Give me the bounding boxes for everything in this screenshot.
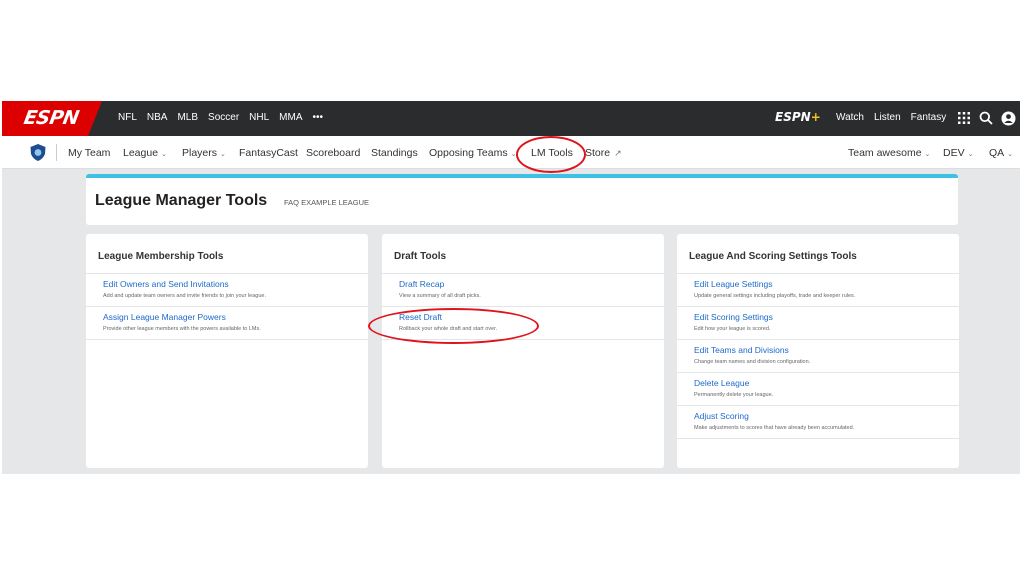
tool-list: Edit League Settings Update general sett… bbox=[677, 273, 959, 439]
shield-icon[interactable] bbox=[30, 144, 46, 161]
draft-recap-link[interactable]: Draft Recap bbox=[399, 279, 664, 289]
team-selector-label: Team awesome bbox=[848, 147, 922, 159]
more-sports-button[interactable]: ••• bbox=[313, 112, 324, 123]
chevron-down-icon: ⌄ bbox=[1007, 151, 1014, 158]
tool-description: Add and update team owners and invite fr… bbox=[103, 293, 266, 299]
tool-row: Reset Draft Rollback your whole draft an… bbox=[382, 307, 664, 340]
tool-row: Adjust Scoring Make adjustments to score… bbox=[677, 406, 959, 439]
tool-description: Provide other league members with the po… bbox=[103, 326, 261, 332]
espn-plus-wordmark: ESPN bbox=[775, 110, 811, 124]
espn-logo[interactable]: ESPN bbox=[22, 107, 80, 129]
tool-row: Assign League Manager Powers Provide oth… bbox=[86, 307, 368, 340]
tool-description: Rollback your whole draft and start over… bbox=[399, 326, 498, 332]
nav-fantasycast[interactable]: FantasyCast bbox=[239, 147, 298, 159]
external-link-icon: ↗ bbox=[614, 148, 622, 158]
listen-link[interactable]: Listen bbox=[874, 112, 901, 123]
app-frame: ESPN NFL NBA MLB Soccer NHL MMA ••• ESPN… bbox=[2, 101, 1020, 474]
league-name: FAQ EXAMPLE LEAGUE bbox=[284, 198, 370, 207]
tool-description: Update general settings including playof… bbox=[694, 293, 856, 299]
nav-store-label: Store bbox=[585, 147, 611, 159]
tool-list: Draft Recap View a summary of all draft … bbox=[382, 273, 664, 340]
tool-description: Make adjustments to scores that have alr… bbox=[694, 425, 855, 431]
tool-description: Permanently delete your league. bbox=[694, 392, 774, 398]
page-title: League Manager Tools bbox=[95, 192, 268, 209]
chevron-down-icon: ⌄ bbox=[967, 151, 974, 158]
sports-nav: NFL NBA MLB Soccer NHL MMA ••• bbox=[118, 112, 323, 123]
top-right-links: Watch Listen Fantasy bbox=[836, 112, 946, 123]
search-icon[interactable] bbox=[977, 109, 995, 127]
card-title: Draft Tools bbox=[394, 251, 447, 262]
tool-row: Edit Scoring Settings Edit how your leag… bbox=[677, 307, 959, 340]
tool-description: View a summary of all draft picks. bbox=[399, 293, 481, 299]
nav-league-label: League bbox=[123, 147, 159, 159]
nav-lm-tools[interactable]: LM Tools bbox=[531, 147, 573, 159]
sport-link-soccer[interactable]: Soccer bbox=[208, 112, 239, 123]
chevron-down-icon: ⌄ bbox=[510, 151, 517, 158]
tool-row: Delete League Permanently delete your le… bbox=[677, 373, 959, 406]
nav-league[interactable]: League ⌄ bbox=[123, 147, 167, 159]
team-selector[interactable]: Team awesome ⌄ bbox=[848, 147, 930, 159]
sport-link-mma[interactable]: MMA bbox=[279, 112, 302, 123]
chevron-down-icon: ⌄ bbox=[161, 151, 167, 158]
qa-selector[interactable]: QA ⌄ bbox=[989, 147, 1013, 159]
league-membership-tools-card: League Membership Tools Edit Owners and … bbox=[86, 234, 368, 468]
tool-row: Edit Owners and Send Invitations Add and… bbox=[86, 274, 368, 307]
nav-scoreboard[interactable]: Scoreboard bbox=[306, 147, 360, 159]
fantasy-link[interactable]: Fantasy bbox=[911, 112, 947, 123]
nav-my-team[interactable]: My Team bbox=[68, 147, 110, 159]
nav-standings[interactable]: Standings bbox=[371, 147, 418, 159]
chevron-down-icon: ⌄ bbox=[924, 151, 931, 158]
assign-lm-powers-link[interactable]: Assign League Manager Powers bbox=[103, 312, 368, 322]
chevron-down-icon: ⌄ bbox=[220, 151, 226, 158]
apps-grid-icon[interactable] bbox=[955, 109, 973, 127]
nav-players-label: Players bbox=[182, 147, 218, 159]
nav-scoreboard-label: Scoreboard bbox=[306, 147, 361, 159]
espn-plus-logo[interactable]: ESPN+ bbox=[775, 110, 821, 124]
dev-selector[interactable]: DEV ⌄ bbox=[943, 147, 973, 159]
espn-top-bar: ESPN NFL NBA MLB Soccer NHL MMA ••• ESPN… bbox=[2, 101, 1020, 136]
edit-owners-link[interactable]: Edit Owners and Send Invitations bbox=[103, 279, 368, 289]
nav-divider bbox=[56, 144, 57, 161]
fantasy-subnav: My Team League ⌄ Players ⌄ FantasyCast Sco… bbox=[2, 136, 1020, 169]
tool-list: Edit Owners and Send Invitations Add and… bbox=[86, 273, 368, 340]
tool-row: Edit Teams and Divisions Change team nam… bbox=[677, 340, 959, 373]
nav-lm-tools-label: LM Tools bbox=[531, 147, 573, 159]
card-title: League Membership Tools bbox=[98, 251, 224, 262]
sport-link-mlb[interactable]: MLB bbox=[177, 112, 198, 123]
nav-store[interactable]: Store ↗ bbox=[585, 147, 622, 159]
plus-icon: + bbox=[810, 110, 821, 124]
nav-players[interactable]: Players ⌄ bbox=[182, 147, 226, 159]
nav-standings-label: Standings bbox=[371, 147, 418, 159]
league-scoring-settings-tools-card: League And Scoring Settings Tools Edit L… bbox=[677, 234, 959, 468]
card-title: League And Scoring Settings Tools bbox=[689, 251, 857, 262]
nav-fantasycast-label: FantasyCast bbox=[239, 147, 298, 159]
delete-league-link[interactable]: Delete League bbox=[694, 378, 959, 388]
user-icon[interactable] bbox=[999, 109, 1017, 127]
sport-link-nhl[interactable]: NHL bbox=[249, 112, 269, 123]
edit-league-settings-link[interactable]: Edit League Settings bbox=[694, 279, 959, 289]
adjust-scoring-link[interactable]: Adjust Scoring bbox=[694, 411, 959, 421]
tool-description: Change team names and division configura… bbox=[694, 359, 811, 365]
nav-my-team-label: My Team bbox=[68, 147, 111, 159]
page-header-card: League Manager Tools FAQ EXAMPLE LEAGUE bbox=[86, 174, 958, 225]
tool-row: Edit League Settings Update general sett… bbox=[677, 274, 959, 307]
draft-tools-card: Draft Tools Draft Recap View a summary o… bbox=[382, 234, 664, 468]
sport-link-nba[interactable]: NBA bbox=[147, 112, 168, 123]
reset-draft-link[interactable]: Reset Draft bbox=[399, 312, 664, 322]
edit-scoring-settings-link[interactable]: Edit Scoring Settings bbox=[694, 312, 959, 322]
dev-selector-label: DEV bbox=[943, 147, 965, 159]
nav-opposing-teams[interactable]: Opposing Teams ⌄ bbox=[429, 147, 516, 159]
tool-description: Edit how your league is scored. bbox=[694, 326, 771, 332]
nav-opposing-teams-label: Opposing Teams bbox=[429, 147, 508, 159]
qa-selector-label: QA bbox=[989, 147, 1005, 159]
edit-teams-divisions-link[interactable]: Edit Teams and Divisions bbox=[694, 345, 959, 355]
tool-row: Draft Recap View a summary of all draft … bbox=[382, 274, 664, 307]
sport-link-nfl[interactable]: NFL bbox=[118, 112, 137, 123]
watch-link[interactable]: Watch bbox=[836, 112, 864, 123]
